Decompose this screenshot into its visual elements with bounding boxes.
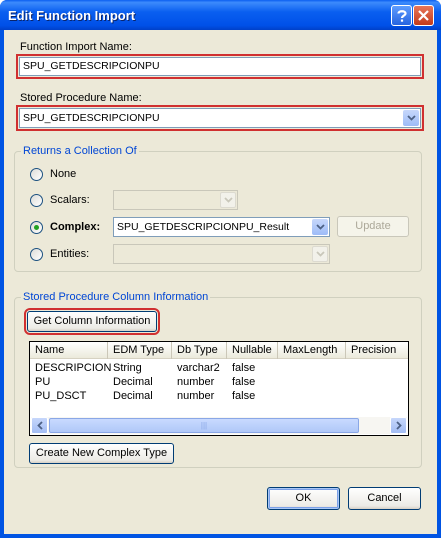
- column-info-legend: Stored Procedure Column Information: [21, 291, 211, 303]
- get-column-information-button[interactable]: Get Column Information: [24, 308, 160, 335]
- table-cell[interactable]: PU_DSCT: [35, 390, 86, 402]
- cancel-button[interactable]: Cancel: [348, 487, 421, 510]
- table-cell[interactable]: PU: [35, 376, 50, 388]
- radio-none[interactable]: [30, 168, 43, 181]
- help-icon: [396, 9, 407, 22]
- table-cell: number: [177, 376, 215, 388]
- function-import-name-label: Function Import Name:: [20, 41, 132, 53]
- table-cell: false: [232, 390, 256, 402]
- column-header-nullable[interactable]: Nullable: [227, 342, 278, 359]
- ok-button[interactable]: OK: [267, 487, 340, 510]
- chevron-left-icon: [36, 421, 43, 430]
- column-info-table[interactable]: Name EDM Type Db Type Nullable MaxLength…: [29, 341, 409, 436]
- stored-procedure-name-value: SPU_GETDESCRIPCIONPU: [23, 112, 160, 124]
- chevron-down-icon[interactable]: [312, 219, 328, 235]
- table-cell: String: [113, 362, 142, 374]
- column-header-name[interactable]: Name: [30, 342, 108, 359]
- complex-type-value: SPU_GETDESCRIPCIONPU_Result: [117, 221, 290, 233]
- column-header-maxlength[interactable]: MaxLength: [278, 342, 346, 359]
- update-button[interactable]: Update: [337, 216, 409, 237]
- column-info-group: Stored Procedure Column Information Get …: [14, 291, 422, 468]
- stored-procedure-name-select[interactable]: SPU_GETDESCRIPCIONPU: [16, 105, 424, 131]
- table-header: Name EDM Type Db Type Nullable MaxLength…: [30, 342, 408, 359]
- scroll-left-button[interactable]: [31, 417, 48, 434]
- title-bar[interactable]: Edit Function Import: [0, 0, 441, 30]
- dialog-window: Edit Function Import Function Import Nam…: [0, 0, 441, 538]
- column-header-db-type[interactable]: Db Type: [172, 342, 227, 359]
- create-new-complex-type-button[interactable]: Create New Complex Type: [29, 443, 174, 464]
- table-cell: Decimal: [113, 390, 153, 402]
- close-button[interactable]: [413, 5, 434, 26]
- radio-none-label: None: [50, 168, 77, 180]
- radio-scalars[interactable]: [30, 194, 43, 207]
- chevron-right-icon: [395, 421, 402, 430]
- radio-entities-label: Entities:: [50, 248, 90, 260]
- column-header-edm-type[interactable]: EDM Type: [108, 342, 172, 359]
- function-import-name-input[interactable]: SPU_GETDESCRIPCIONPU: [16, 54, 424, 79]
- table-cell: false: [232, 376, 256, 388]
- table-cell[interactable]: DESCRIPCION: [35, 362, 111, 374]
- returns-collection-legend: Returns a Collection Of: [21, 145, 139, 157]
- scalars-select[interactable]: [113, 190, 238, 210]
- dialog-body: Function Import Name: SPU_GETDESCRIPCION…: [4, 30, 437, 534]
- chevron-down-icon[interactable]: [220, 192, 236, 208]
- table-cell: Decimal: [113, 376, 153, 388]
- table-cell: number: [177, 390, 215, 402]
- column-header-precision[interactable]: Precision: [346, 342, 408, 359]
- radio-scalars-label: Scalars:: [50, 194, 90, 206]
- radio-complex[interactable]: [30, 221, 43, 234]
- close-icon: [418, 10, 429, 21]
- chevron-down-icon[interactable]: [312, 246, 328, 262]
- table-cell: false: [232, 362, 256, 374]
- help-button[interactable]: [391, 5, 412, 26]
- radio-entities[interactable]: [30, 248, 43, 261]
- scroll-thumb[interactable]: |||: [49, 418, 359, 433]
- table-cell: varchar2: [177, 362, 220, 374]
- returns-collection-group: Returns a Collection Of None Scalars: Co…: [14, 145, 422, 272]
- radio-complex-label: Complex:: [50, 221, 101, 233]
- scroll-right-button[interactable]: [390, 417, 407, 434]
- window-title: Edit Function Import: [8, 8, 136, 23]
- horizontal-scrollbar[interactable]: |||: [31, 417, 407, 434]
- stored-procedure-name-label: Stored Procedure Name:: [20, 92, 142, 104]
- complex-type-select[interactable]: SPU_GETDESCRIPCIONPU_Result: [113, 217, 330, 237]
- chevron-down-icon[interactable]: [403, 110, 419, 126]
- entities-select[interactable]: [113, 244, 330, 264]
